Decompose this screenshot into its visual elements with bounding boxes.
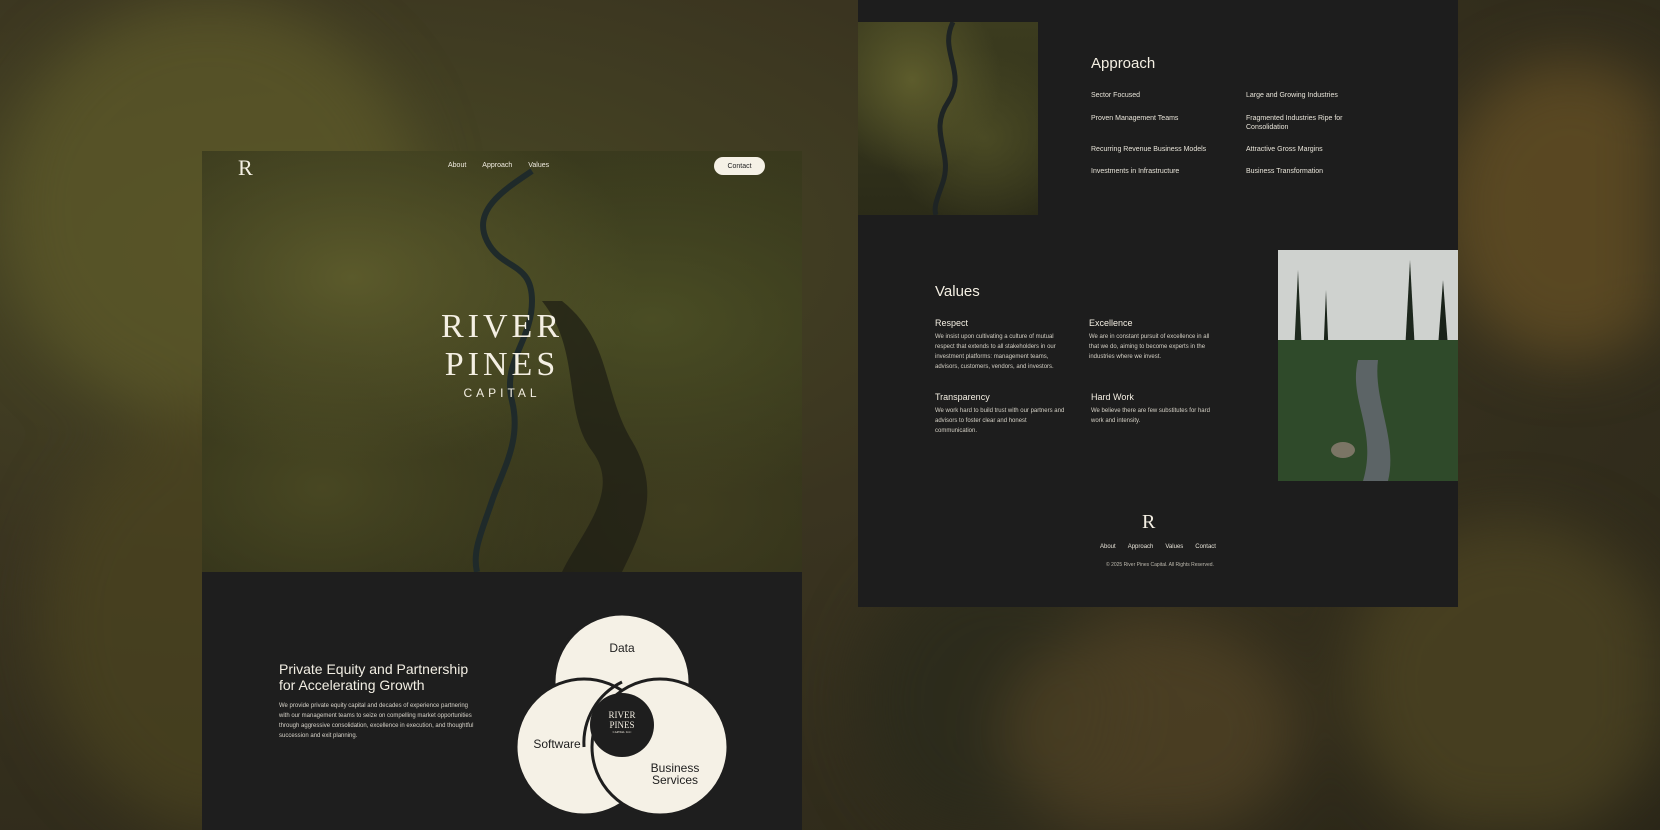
value-title: Respect xyxy=(935,318,969,328)
approach-item: Fragmented Industries Ripe for Consolida… xyxy=(1246,115,1343,131)
value-title: Transparency xyxy=(935,392,990,402)
value-transparency: Transparency We work hard to build trust… xyxy=(935,392,1065,436)
value-excellence: Excellence We are in constant pursuit of… xyxy=(1089,318,1219,362)
approach-item: Attractive Gross Margins xyxy=(1246,146,1323,153)
venn-label-services: Services xyxy=(651,773,698,787)
value-hard-work: Hard Work We believe there are few subst… xyxy=(1091,392,1221,426)
copyright-text: © 2025 River Pines Capital. All Rights R… xyxy=(1106,562,1214,568)
footer-approach-link[interactable]: Approach xyxy=(1128,544,1154,550)
approach-heading: Approach xyxy=(1091,55,1156,72)
forest-stream-image xyxy=(1278,250,1458,481)
footer-about-link[interactable]: About xyxy=(1100,544,1116,550)
hero-logo: RIVER PINES CAPITAL xyxy=(402,308,602,400)
footer-values-link[interactable]: Values xyxy=(1165,544,1183,550)
value-title: Hard Work xyxy=(1091,392,1134,402)
homepage-mockup: R About Approach Values Contact RIVER PI… xyxy=(202,151,802,830)
approach-item: Investments in Infrastructure xyxy=(1091,168,1180,175)
venn-center-logo: RIVER PINES CAPITAL LLC xyxy=(597,710,647,735)
venn-label-business-services: Business Services xyxy=(640,762,710,786)
value-text: We work hard to build trust with our par… xyxy=(935,408,1065,434)
venn-label-software: Software xyxy=(533,737,581,751)
value-text: We insist upon cultivating a culture of … xyxy=(935,334,1056,370)
hero-section: R About Approach Values Contact RIVER PI… xyxy=(202,151,802,572)
value-text: We are in constant pursuit of excellence… xyxy=(1089,334,1210,360)
venn-center-capital: CAPITAL LLC xyxy=(612,730,632,734)
value-respect: Respect We insist upon cultivating a cul… xyxy=(935,318,1065,372)
values-heading: Values xyxy=(935,283,980,300)
footer-logo[interactable]: R xyxy=(1142,511,1155,534)
nav-approach-link[interactable]: Approach xyxy=(482,162,512,169)
venn-center-river: RIVER xyxy=(608,710,636,720)
approach-item: Proven Management Teams xyxy=(1091,115,1179,122)
intro-heading: Private Equity and Partnership for Accel… xyxy=(279,661,469,693)
approach-item: Business Transformation xyxy=(1246,168,1324,175)
approach-item: Recurring Revenue Business Models xyxy=(1091,146,1207,153)
value-title: Excellence xyxy=(1089,318,1133,328)
venn-label-data: Data xyxy=(609,641,635,655)
subpage-mockup: Approach Sector Focused Large and Growin… xyxy=(858,0,1458,607)
logo-line-river: RIVER xyxy=(441,308,563,345)
footer-contact-link[interactable]: Contact xyxy=(1195,544,1216,550)
aerial-river-image xyxy=(858,22,1038,215)
nav-about-link[interactable]: About xyxy=(448,162,466,169)
venn-center-pines: PINES xyxy=(609,720,635,730)
nav-values-link[interactable]: Values xyxy=(528,162,549,169)
footer-nav: About Approach Values Contact xyxy=(1100,544,1216,550)
logo-line-capital: CAPITAL xyxy=(463,386,541,400)
contact-button[interactable]: Contact xyxy=(714,157,765,175)
logo-line-pines: PINES xyxy=(444,346,560,383)
intro-section: Private Equity and Partnership for Accel… xyxy=(279,661,479,741)
approach-item: Sector Focused xyxy=(1091,92,1141,99)
value-text: We believe there are few substitutes for… xyxy=(1091,408,1210,424)
approach-item: Large and Growing Industries xyxy=(1246,92,1338,99)
intro-body: We provide private equity capital and de… xyxy=(279,703,474,739)
nav-logo[interactable]: R xyxy=(238,155,253,181)
venn-diagram: Data Software Business Services RIVER PI… xyxy=(512,610,732,830)
top-nav: About Approach Values xyxy=(448,162,549,169)
